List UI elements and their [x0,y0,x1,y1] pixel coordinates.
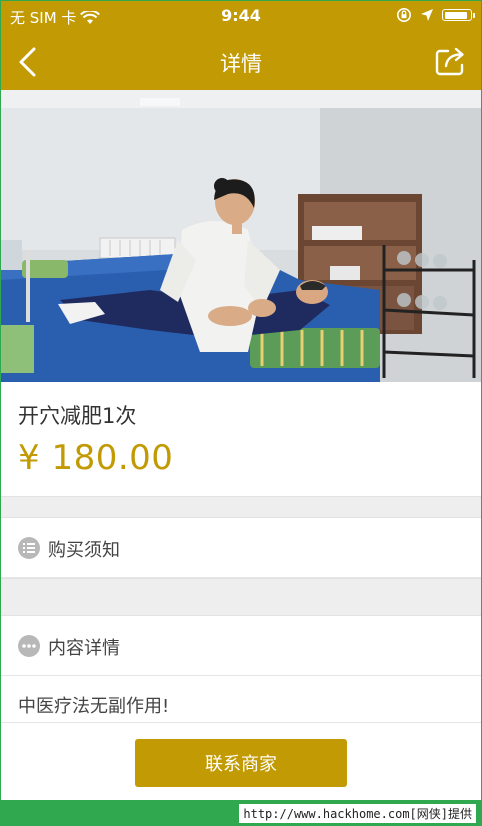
app-screen: 无 SIM 卡 9:44 详情 开穴减肥1次 ¥ 180.00 购买须知 内容详… [0,0,482,826]
content-details-label: 内容详情 [48,638,120,659]
status-bar: 无 SIM 卡 9:44 [0,0,482,34]
product-info: 开穴减肥1次 ¥ 180.00 [0,382,482,496]
battery-level [444,11,467,19]
content-details-row[interactable]: 内容详情 [0,616,482,676]
nav-bar: 详情 [0,34,482,90]
watermark-text: http://www.hackhome.com[网侠]提供 [239,804,476,823]
description: 中医疗法无副作用! [0,676,482,722]
purchase-notice-label: 购买须知 [48,540,120,561]
status-right [396,7,475,23]
contact-merchant-button[interactable]: 联系商家 [135,739,347,787]
watermark-bar: http://www.hackhome.com[网侠]提供 [0,800,482,826]
section-divider [0,496,482,518]
description-text: 中医疗法无副作用! [18,696,170,717]
list-icon [18,537,40,559]
section-divider [0,578,482,616]
battery-icon [442,9,475,21]
bottom-action-bar: 联系商家 [0,722,482,802]
product-photo [0,90,482,382]
chevron-left-icon[interactable] [14,46,44,78]
purchase-notice-row[interactable]: 购买须知 [0,518,482,578]
product-title: 开穴减肥1次 [18,404,137,428]
page-title: 详情 [220,52,262,76]
more-dots-icon [18,635,40,657]
location-arrow-icon [421,9,433,21]
rotation-lock-icon [397,8,411,22]
share-icon[interactable] [434,44,468,78]
product-price: ¥ 180.00 [18,438,174,478]
